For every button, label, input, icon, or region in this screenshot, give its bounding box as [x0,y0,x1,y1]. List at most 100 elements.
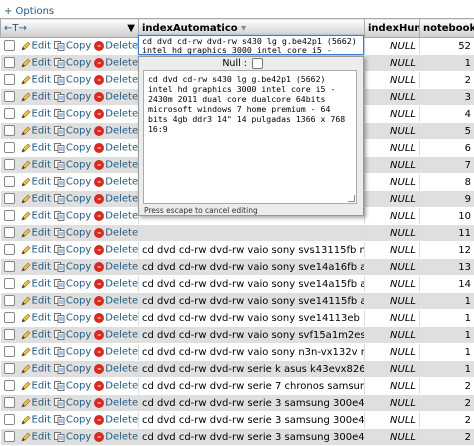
cell-indexautomatico[interactable]: cd dvd cd-rw dvd-rw serie 7 chronos sams… [139,378,365,395]
cell-indexhumano[interactable]: NULL [365,225,420,242]
cell-indexhumano[interactable]: NULL [365,191,420,208]
copy-link[interactable]: Copy [66,279,91,290]
cell-indexhumano[interactable]: NULL [365,395,420,412]
cell-indexhumano[interactable]: NULL [365,208,420,225]
row-checkbox[interactable] [4,91,15,102]
cell-indexautomatico[interactable]: cd dvd cd-rw dvd-rw vaio sony sve14115fb… [139,293,365,310]
edit-link[interactable]: Edit [32,296,51,307]
copy-link[interactable]: Copy [66,194,91,205]
delete-link[interactable]: Delete [105,194,138,205]
cell-notebook[interactable]: 1 [420,344,474,361]
cell-notebook[interactable]: 1 [420,293,474,310]
row-checkbox[interactable] [4,329,15,340]
column-menu-icon[interactable]: ▼ [127,23,135,34]
cell-indexautomatico[interactable]: cd dvd cd-rw dvd-rw serie 3 samsung 300e… [139,429,365,446]
edit-link[interactable]: Edit [32,109,51,120]
copy-link[interactable]: Copy [66,398,91,409]
cell-notebook[interactable]: 2 [420,395,474,412]
edit-textarea[interactable]: cd dvd cd-rw s430 lg g.be42p1 (5662) int… [143,70,357,204]
cell-notebook[interactable]: 3 [420,89,474,106]
row-checkbox[interactable] [4,159,15,170]
delete-link[interactable]: Delete [105,126,138,137]
copy-link[interactable]: Copy [66,262,91,273]
cell-notebook[interactable]: 2 [420,72,474,89]
cell-notebook[interactable]: 7 [420,157,474,174]
edit-link[interactable]: Edit [32,41,51,52]
row-checkbox[interactable] [4,414,15,425]
delete-link[interactable]: Delete [105,58,138,69]
cell-indexautomatico[interactable] [139,225,365,242]
cell-indexhumano[interactable]: NULL [365,72,420,89]
edit-link[interactable]: Edit [32,381,51,392]
delete-link[interactable]: Delete [105,245,138,256]
copy-link[interactable]: Copy [66,330,91,341]
cell-indexhumano[interactable]: NULL [365,157,420,174]
cell-indexhumano[interactable]: NULL [365,293,420,310]
edit-link[interactable]: Edit [32,364,51,375]
edit-link[interactable]: Edit [32,347,51,358]
row-checkbox[interactable] [4,312,15,323]
edit-link[interactable]: Edit [32,432,51,443]
delete-link[interactable]: Delete [105,313,138,324]
copy-link[interactable]: Copy [66,58,91,69]
edit-link[interactable]: Edit [32,262,51,273]
cell-notebook[interactable]: 6 [420,140,474,157]
cell-notebook[interactable]: 14 [420,276,474,293]
delete-link[interactable]: Delete [105,330,138,341]
cell-notebook[interactable]: 1 [420,327,474,344]
column-label-indexautomatico[interactable]: indexAutomatico [142,23,238,34]
row-checkbox[interactable] [4,142,15,153]
delete-link[interactable]: Delete [105,92,138,103]
copy-link[interactable]: Copy [66,432,91,443]
edit-link[interactable]: Edit [32,177,51,188]
delete-link[interactable]: Delete [105,347,138,358]
column-arrows[interactable]: ←T→ [4,23,27,34]
cell-indexhumano[interactable]: NULL [365,140,420,157]
edit-link[interactable]: Edit [32,75,51,86]
delete-link[interactable]: Delete [105,296,138,307]
delete-link[interactable]: Delete [105,109,138,120]
cell-notebook[interactable]: 11 [420,225,474,242]
copy-link[interactable]: Copy [66,160,91,171]
row-checkbox[interactable] [4,261,15,272]
edit-link[interactable]: Edit [32,92,51,103]
copy-link[interactable]: Copy [66,381,91,392]
column-label-indexhumano[interactable]: indexHumano [368,23,420,34]
cell-notebook[interactable]: 1 [420,55,474,72]
copy-link[interactable]: Copy [66,364,91,375]
edit-link[interactable]: Edit [32,194,51,205]
copy-link[interactable]: Copy [66,177,91,188]
cell-indexautomatico[interactable]: cd dvd cd-rw dvd-rw serie 3 samsung 300e… [139,412,365,429]
cell-indexhumano[interactable]: NULL [365,242,420,259]
column-label-notebook[interactable]: notebook [423,23,474,34]
cell-indexhumano[interactable]: NULL [365,106,420,123]
edit-link[interactable]: Edit [32,143,51,154]
cell-notebook[interactable]: 8 [420,174,474,191]
delete-link[interactable]: Delete [105,177,138,188]
cell-notebook[interactable]: 13 [420,259,474,276]
row-checkbox[interactable] [4,278,15,289]
cell-notebook[interactable]: 12 [420,242,474,259]
inline-edit-field[interactable]: cd dvd cd-rw dvd-rw s430 lg g.be42p1 (56… [138,35,364,55]
sort-icon[interactable]: ▾ [241,23,246,34]
cell-indexautomatico[interactable]: cd dvd cd-rw dvd-rw vaio sony svs13115fb… [139,242,365,259]
copy-link[interactable]: Copy [66,228,91,239]
cell-indexautomatico[interactable]: cd dvd cd-rw dvd-rw vaio sony n3n-vx132v… [139,344,365,361]
cell-indexhumano[interactable]: NULL [365,429,420,446]
cell-indexautomatico[interactable]: cd dvd cd-rw dvd-rw vaio sony sve14a16fb… [139,259,365,276]
copy-link[interactable]: Copy [66,347,91,358]
cell-indexautomatico[interactable]: cd dvd cd-rw dvd-rw vaio sony sve14113eb… [139,310,365,327]
row-checkbox[interactable] [4,40,15,51]
row-checkbox[interactable] [4,244,15,255]
edit-link[interactable]: Edit [32,228,51,239]
cell-indexhumano[interactable]: NULL [365,412,420,429]
cell-indexhumano[interactable]: NULL [365,123,420,140]
cell-indexhumano[interactable]: NULL [365,259,420,276]
delete-link[interactable]: Delete [105,262,138,273]
row-checkbox[interactable] [4,380,15,391]
row-checkbox[interactable] [4,363,15,374]
delete-link[interactable]: Delete [105,432,138,443]
copy-link[interactable]: Copy [66,245,91,256]
delete-link[interactable]: Delete [105,381,138,392]
cell-notebook[interactable]: 5 [420,123,474,140]
